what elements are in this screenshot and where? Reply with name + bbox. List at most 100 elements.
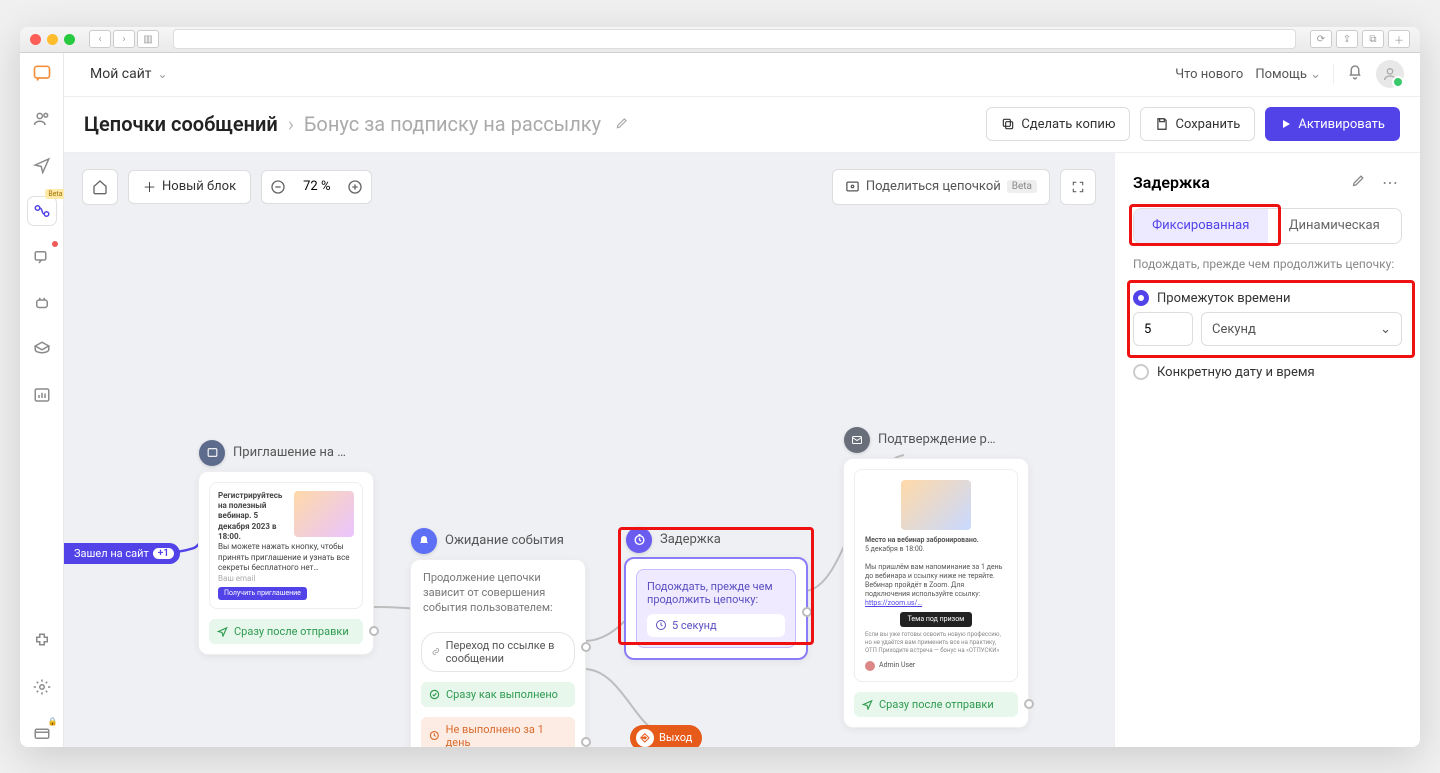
node-exit[interactable]: ⎆ Выход <box>630 725 702 747</box>
forward-button[interactable]: › <box>113 30 135 48</box>
activate-label: Активировать <box>1298 117 1385 132</box>
radio-icon <box>1133 364 1149 380</box>
new-block-label: Новый блок <box>162 179 236 194</box>
nav-chat-icon[interactable] <box>28 59 56 87</box>
sidebar-toggle-icon[interactable]: ▥ <box>137 30 159 48</box>
site-name: Мой сайт <box>90 66 152 82</box>
add-tab-icon[interactable]: ＋ <box>1388 30 1410 48</box>
properties-panel: Задержка ⋯ Фиксированная Динамическая По… <box>1114 153 1420 747</box>
edit-name-icon[interactable] <box>615 115 629 134</box>
popup-icon <box>199 440 225 466</box>
chevron-down-icon: ⌄ <box>1380 322 1391 337</box>
duplicate-button[interactable]: Сделать копию <box>986 107 1130 141</box>
node-delay[interactable]: Задержка Подождать, прежде чем продолжит… <box>624 557 808 660</box>
tab-dynamic[interactable]: Динамическая <box>1268 209 1402 243</box>
nav-addons-icon[interactable] <box>28 627 56 655</box>
node-email-confirm[interactable]: Подтверждение р… Место на вебинар заброн… <box>843 458 1029 728</box>
nav-flows-icon[interactable]: Beta <box>28 197 56 225</box>
preview-body: Вы можете нажать кнопку, чтобы принять п… <box>218 542 350 572</box>
clock-icon <box>626 527 652 553</box>
exit-icon: ⎆ <box>636 729 654 747</box>
nav-knowledge-icon[interactable] <box>28 335 56 363</box>
node2-title: Ожидание события <box>445 533 564 548</box>
node2-status-done: Сразу как выполнено <box>421 682 575 707</box>
preview-cta: Получить приглашение <box>218 587 307 600</box>
exit-label: Выход <box>659 731 692 744</box>
node1-status: Сразу после отправки <box>209 619 363 644</box>
nav-conversations-icon[interactable] <box>28 243 56 271</box>
tab-fixed[interactable]: Фиксированная <box>1134 209 1268 243</box>
breadcrumb-separator: › <box>288 112 294 136</box>
nav-bot-icon[interactable] <box>28 289 56 317</box>
site-selector[interactable]: Мой сайт <box>80 62 178 86</box>
preview-title: Регистрируйтесь на полезный вебинар. 5 д… <box>218 491 282 542</box>
notifications-icon[interactable] <box>1346 63 1364 85</box>
trigger-label: Зашел на сайт <box>74 547 149 560</box>
nav-billing-icon[interactable]: 🔒 <box>28 719 56 747</box>
topbar: Мой сайт Что нового Помощь <box>64 53 1420 97</box>
nav-settings-icon[interactable] <box>28 673 56 701</box>
breadcrumb: Цепочки сообщений › Бонус за подписку на… <box>64 97 1420 153</box>
preview-email: Ваш email <box>218 574 255 583</box>
node4-preview: Место на вебинар забронировано. 5 декабр… <box>854 469 1018 682</box>
mail-icon <box>844 427 870 453</box>
node4-title: Подтверждение р… <box>878 432 996 447</box>
nav-send-icon[interactable] <box>28 151 56 179</box>
refresh-icon[interactable]: ⟳ <box>1310 30 1332 48</box>
url-bar[interactable] <box>173 29 1296 49</box>
zoom-in-button[interactable] <box>342 174 368 200</box>
nav-users-icon[interactable] <box>28 105 56 133</box>
maximize-window-icon[interactable] <box>64 34 75 45</box>
node-wait-event[interactable]: Ожидание события Продолжение цепочки зав… <box>410 559 586 747</box>
nav-reports-icon[interactable] <box>28 381 56 409</box>
activate-button[interactable]: Активировать <box>1265 107 1400 141</box>
fullscreen-button[interactable] <box>1060 169 1096 205</box>
zoom-out-button[interactable] <box>265 174 291 200</box>
close-window-icon[interactable] <box>30 34 41 45</box>
home-button[interactable] <box>82 169 118 205</box>
delay-value-input[interactable] <box>1133 312 1193 346</box>
duplicate-label: Сделать копию <box>1021 117 1115 132</box>
node1-title: Приглашение на … <box>233 445 346 460</box>
radio-datetime[interactable]: Конкретную дату и время <box>1133 358 1402 386</box>
browser-window: ‹ › ▥ ⟳ ⇪ ⧉ ＋ Beta 🔒 Мо <box>20 27 1420 747</box>
output-port-2[interactable] <box>581 737 591 747</box>
share-icon[interactable]: ⇪ <box>1336 30 1358 48</box>
share-beta-badge: Beta <box>1007 180 1037 193</box>
output-port[interactable] <box>1024 699 1034 709</box>
zoom-value: 72 % <box>297 179 336 194</box>
share-flow-button[interactable]: Поделиться цепочкойBeta <box>832 169 1050 205</box>
panel-help-text: Подождать, прежде чем продолжить цепочку… <box>1133 256 1402 273</box>
output-port-1[interactable] <box>581 642 591 652</box>
node3-body: Подождать, прежде чем продолжить цепочку… <box>636 569 796 648</box>
new-block-button[interactable]: ＋ Новый блок <box>128 170 251 204</box>
delay-unit-select[interactable]: Секунд ⌄ <box>1201 312 1402 346</box>
node4-status: Сразу после отправки <box>854 692 1018 717</box>
node1-preview: Регистрируйтесь на полезный вебинар. 5 д… <box>209 482 363 610</box>
panel-title: Задержка <box>1133 173 1339 192</box>
output-port[interactable] <box>369 626 379 636</box>
radio-icon <box>1133 290 1149 306</box>
whats-new-link[interactable]: Что нового <box>1175 67 1243 82</box>
minimize-window-icon[interactable] <box>47 34 58 45</box>
panel-more-icon[interactable]: ⋯ <box>1378 169 1402 196</box>
node-popup-invitation[interactable]: Приглашение на … Регистрируйтесь на поле… <box>198 471 374 656</box>
help-link[interactable]: Помощь <box>1255 67 1321 82</box>
node3-title: Задержка <box>660 532 721 547</box>
delay-type-tabs: Фиксированная Динамическая <box>1133 208 1402 244</box>
user-avatar[interactable] <box>1376 60 1404 88</box>
output-port[interactable] <box>802 607 812 617</box>
save-button[interactable]: Сохранить <box>1140 107 1255 141</box>
back-button[interactable]: ‹ <box>89 30 111 48</box>
panel-edit-icon[interactable] <box>1347 169 1370 196</box>
trigger-pill[interactable]: Зашел на сайт +1 <box>64 543 180 564</box>
unit-label: Секунд <box>1212 322 1256 337</box>
tabs-icon[interactable]: ⧉ <box>1362 30 1384 48</box>
radio-datetime-label: Конкретную дату и время <box>1157 365 1315 380</box>
mac-titlebar: ‹ › ▥ ⟳ ⇪ ⧉ ＋ <box>20 27 1420 53</box>
radio-interval[interactable]: Промежуток времени <box>1133 284 1402 312</box>
flow-canvas[interactable]: ＋ Новый блок 72 % Поделиться цепочкойBet… <box>64 153 1114 747</box>
breadcrumb-root[interactable]: Цепочки сообщений <box>84 112 278 136</box>
node2-status-fail: Не выполнено за 1 день <box>421 717 575 747</box>
node2-desc: Продолжение цепочки зависит от совершени… <box>411 560 585 626</box>
